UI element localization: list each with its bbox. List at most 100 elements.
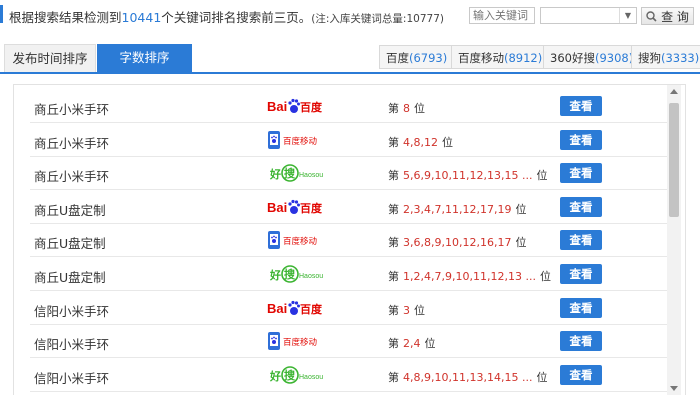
chevron-down-icon[interactable]: ▼ (619, 8, 636, 23)
scroll-up-arrow-icon[interactable] (670, 89, 678, 94)
view-button[interactable]: 查看 (560, 196, 602, 217)
engine-count: (6793) (409, 51, 448, 65)
rank-values: 3,6,8,9,10,12,16,17 (403, 236, 512, 250)
rank-text: 第 4,8,12 位 (388, 134, 453, 150)
summary-prefix: 根据搜索结果检测到 (9, 10, 122, 25)
logo-text: 百度 (300, 100, 323, 114)
rank-text: 第3位 (388, 302, 425, 318)
result-row: 商丘小米手环 好 搜 Haosou 第 5,6,9,10,11,12,13,15 … (30, 157, 670, 191)
engine-filter-baidu-mobile[interactable]: 百度移动(8912) (451, 45, 550, 69)
query-button-label: 查 询 (661, 9, 689, 24)
rank-prefix: 第 (388, 135, 399, 149)
tab-word-count-sort[interactable]: 字数排序 (97, 44, 192, 72)
rank-suffix: 位 (424, 337, 436, 351)
logo-text: 百度 (300, 201, 323, 215)
rank-suffix: 位 (536, 169, 548, 183)
view-button[interactable]: 查看 (560, 163, 602, 184)
rank-values: 4,8,12 (403, 135, 438, 149)
result-row: 商丘小米手环 Bai 百度 第 8 位 查看 (30, 90, 670, 123)
rank-prefix: 第 (388, 202, 399, 216)
rank-prefix: 第 (388, 169, 399, 183)
result-row: 商丘U盘定制 好 搜 Haosou 第 1,2,4,7,9,10,11,12,13… (30, 258, 670, 291)
view-button[interactable]: 查看 (560, 331, 602, 352)
title-accent-bar (0, 5, 3, 23)
rank-text: 第 2,4 位 (388, 335, 436, 351)
logo-text: Bai (267, 99, 287, 114)
logo-text: 百度移动 (283, 236, 318, 247)
view-button[interactable]: 查看 (560, 129, 602, 150)
view-button[interactable]: 查看 (560, 364, 602, 385)
rank-suffix: 位 (515, 202, 527, 216)
rank-prefix: 第 (388, 303, 399, 317)
engine-count: (3333) (661, 51, 700, 65)
engine-filter-360[interactable]: 360好搜(9308) (543, 45, 641, 69)
keyword-text: 信阳小米手环 (34, 303, 110, 319)
engine-name: 百度 (386, 51, 409, 65)
rank-text: 第 5,6,9,10,11,12,13,15 ... 位 (388, 167, 547, 183)
rank-prefix: 第 (388, 102, 399, 115)
logo-text: 搜 (284, 166, 296, 180)
rank-suffix: 位 (536, 370, 548, 384)
scrollbar-thumb[interactable] (669, 103, 679, 217)
result-row: 信阳小米手环 好 搜 Haosou 第 4,8,9,10,11,13,14,15 … (30, 359, 670, 392)
haosou-logo-icon: 好 搜 Haosou (269, 365, 323, 384)
search-icon (646, 10, 657, 22)
logo-text: 好 (269, 268, 281, 282)
keyword-text: 商丘小米手环 (34, 135, 110, 151)
paw-icon (288, 199, 300, 214)
rank-values: 2,4 (403, 337, 421, 351)
engine-count: (8912) (504, 51, 543, 65)
logo-text: 百度 (300, 302, 323, 316)
logo-text: Bai (267, 200, 287, 215)
summary-note: (注:入库关键词总量:10777) (311, 13, 444, 25)
rank-values: 1,2,4,7,9,10,11,12,13 ... (403, 270, 536, 283)
rank-values: 5,6,9,10,11,12,13,15 ... (403, 169, 533, 183)
logo-text: 搜 (284, 368, 296, 382)
engine-select[interactable]: ▼ (540, 7, 637, 24)
scrollbar[interactable] (667, 85, 681, 395)
baidu-mobile-logo-icon: 百度移动 (268, 332, 318, 351)
logo-text: 好 (269, 167, 281, 181)
results-panel: 商丘小米手环 Bai 百度 第 8 位查看 商丘小米手环 百度移动 第 4,8,12 位查… (13, 84, 686, 395)
rank-suffix: 位 (442, 135, 453, 149)
rank-text: 第 1,2,4,7,9,10,11,12,13 ... 位 (388, 268, 551, 284)
keyword-text: 信阳小米手环 (34, 337, 110, 353)
view-button[interactable]: 查看 (560, 230, 602, 251)
rank-text: 第8位 (388, 100, 425, 116)
rank-suffix: 位 (414, 303, 425, 317)
baidu-logo-icon: Bai 百度 (267, 98, 323, 114)
logo-text: 百度移动 (283, 337, 318, 348)
engine-name: 搜狗 (638, 51, 661, 65)
rank-values: 8 (403, 102, 410, 115)
rank-values: 4,8,9,10,11,13,14,15 ... (403, 370, 533, 384)
paw-icon (288, 98, 300, 113)
rank-values: 2,3,4,7,11,12,17,19 (403, 202, 512, 216)
result-row: 商丘U盘定制 百度移动 第 3,6,8,9,10,12,16,17 位 查看 (30, 224, 670, 258)
engine-count: (9308) (594, 51, 634, 65)
logo-text: 百度移动 (283, 136, 318, 147)
result-row: 商丘U盘定制 Bai 百度 第 2,3,4,7,11,12,17,19 位 查看 (30, 191, 670, 224)
query-button[interactable]: 查 询 (641, 7, 694, 25)
keyword-text: 商丘小米手环 (34, 169, 110, 185)
rank-text: 第 4,8,9,10,11,13,14,15 ... 位 (388, 369, 547, 385)
result-row: 信阳小米手环 Bai 百度 第 3 位 查看 (30, 292, 670, 325)
keyword-text: 商丘小米手环 (34, 102, 110, 117)
baidu-logo-icon: Bai 百度 (267, 199, 323, 215)
keyword-text: 商丘U盘定制 (34, 202, 106, 218)
paw-icon (288, 300, 300, 315)
view-button[interactable]: 查看 (560, 264, 602, 284)
tab-publish-time-sort[interactable]: 发布时间排序 (4, 44, 96, 72)
scroll-down-arrow-icon[interactable] (670, 386, 678, 391)
view-button[interactable]: 查看 (560, 297, 602, 318)
engine-filter-sogou[interactable]: 搜狗(3333) (631, 45, 700, 69)
logo-text: 搜 (284, 267, 296, 281)
engine-filter-baidu[interactable]: 百度(6793) (379, 45, 455, 69)
rank-values: 3 (403, 303, 410, 317)
logo-text: Haosou (299, 374, 323, 381)
view-button[interactable]: 查看 (560, 96, 602, 116)
rank-suffix: 位 (539, 270, 551, 283)
keyword-search-input[interactable] (469, 7, 535, 24)
rank-suffix: 位 (515, 236, 527, 250)
rank-text: 第 3,6,8,9,10,12,16,17 位 (388, 234, 526, 250)
rank-prefix: 第 (388, 337, 399, 351)
